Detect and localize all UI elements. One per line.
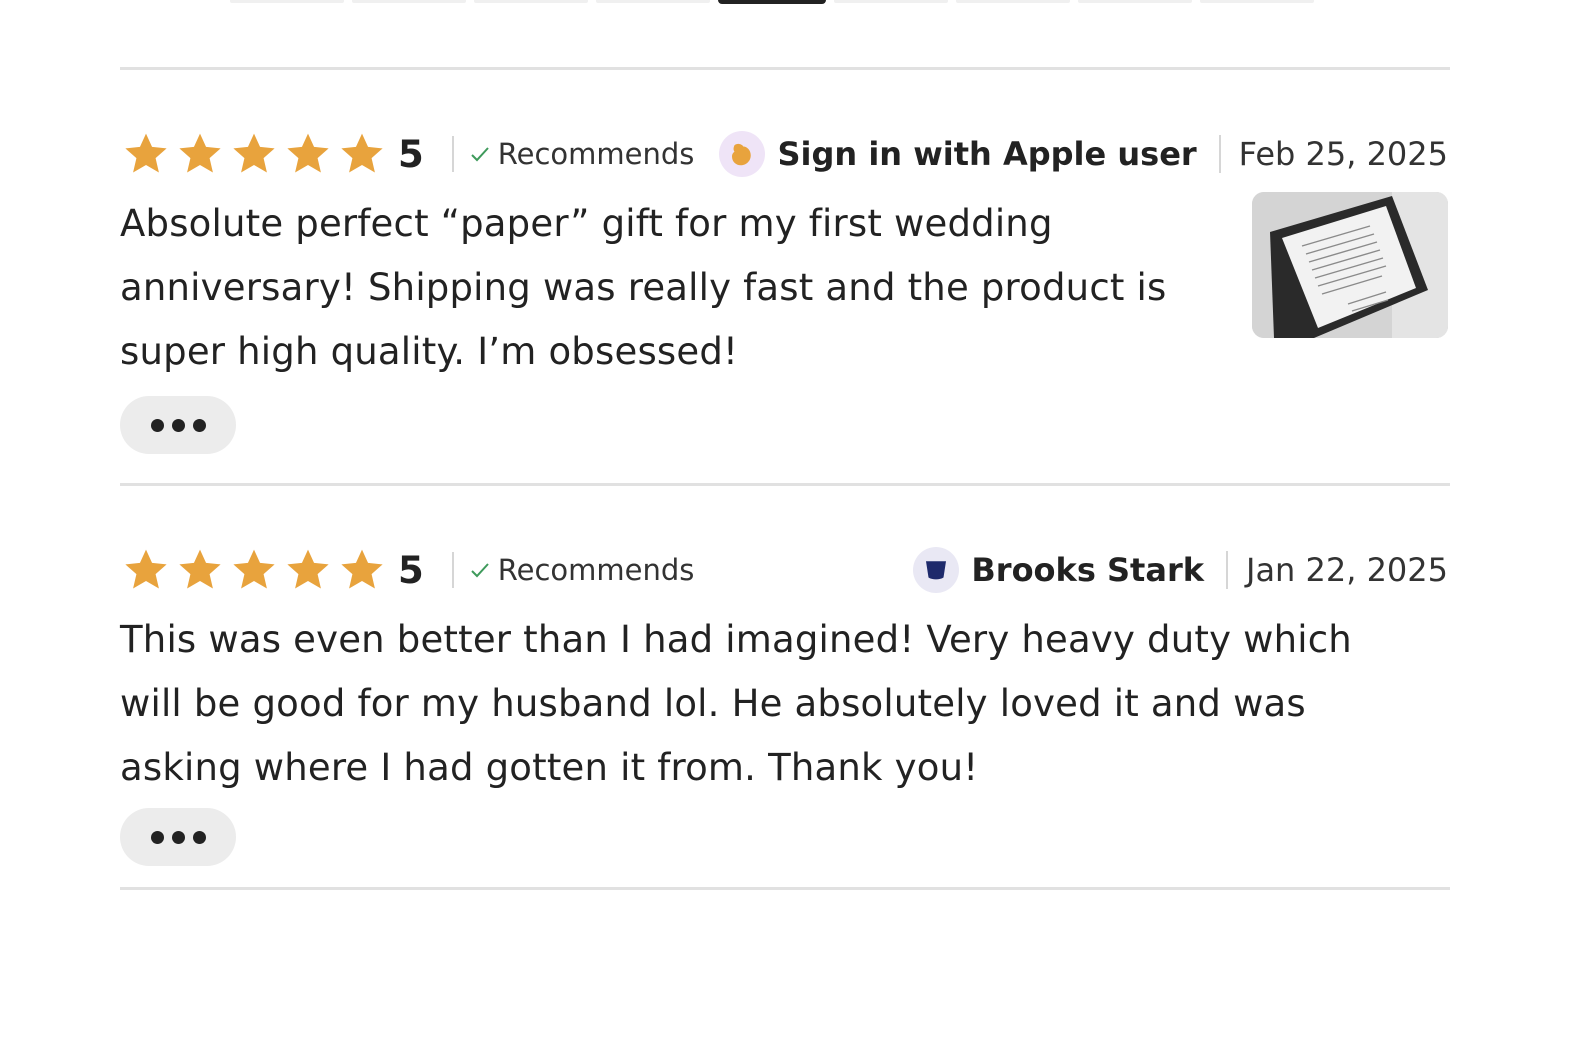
review-card: 5 Recommends Sign in with Apple user Feb…	[120, 124, 1450, 454]
divider	[120, 67, 1450, 70]
carousel-indicator-segment[interactable]	[474, 0, 588, 3]
more-options-button[interactable]	[120, 808, 236, 866]
carousel-indicator-segment[interactable]	[956, 0, 1070, 3]
review-header: 5 Recommends Brooks Stark Jan 22, 2025	[120, 540, 1450, 600]
review-card: 5 Recommends Brooks Stark Jan 22, 2025 T…	[120, 540, 1450, 866]
more-dots-icon	[192, 830, 206, 844]
separator	[451, 552, 454, 588]
star-icon	[341, 133, 383, 173]
user-avatar-icon	[926, 561, 947, 580]
rating-score: 5	[398, 132, 424, 176]
more-dots-icon	[150, 830, 164, 844]
review-text: This was even better than I had imagined…	[120, 618, 1352, 789]
carousel-indicator-active[interactable]	[718, 0, 826, 4]
carousel-indicator-segment[interactable]	[1078, 0, 1192, 3]
review-photo-thumbnail[interactable]	[1252, 192, 1448, 338]
reviewer-meta: Sign in with Apple user Feb 25, 2025	[719, 124, 1448, 184]
carousel-indicator-segment[interactable]	[596, 0, 710, 3]
review-date: Jan 22, 2025	[1246, 551, 1448, 589]
reviewer-meta: Brooks Stark Jan 22, 2025	[913, 540, 1448, 600]
rating-score: 5	[398, 548, 424, 592]
review-text: Absolute perfect “paper” gift for my fir…	[120, 202, 1167, 373]
more-dots-icon	[192, 418, 206, 432]
separator	[1226, 551, 1228, 589]
carousel-indicator-segment[interactable]	[834, 0, 948, 3]
carousel-indicator-segment[interactable]	[1200, 0, 1314, 3]
separator	[1218, 135, 1221, 173]
review-date: Feb 25, 2025	[1238, 135, 1448, 173]
recommends-badge: Recommends	[468, 553, 695, 587]
star-icon	[287, 133, 329, 173]
check-icon	[471, 147, 489, 162]
image-carousel-indicator[interactable]	[230, 0, 1314, 4]
star-rating	[120, 545, 388, 595]
reviewer-name[interactable]: Brooks Stark	[971, 551, 1204, 589]
star-icon	[179, 133, 221, 173]
apple-user-avatar-icon	[732, 143, 752, 166]
divider	[120, 483, 1450, 486]
apple-user-avatar-icon[interactable]	[719, 131, 766, 177]
star-icon	[287, 549, 329, 589]
star-icon	[125, 549, 167, 589]
star-icon	[233, 549, 275, 589]
more-dots-icon	[171, 418, 185, 432]
more-dots-icon	[171, 830, 185, 844]
star-icon	[341, 549, 383, 589]
rating-summary: 5 Recommends	[120, 124, 694, 184]
reviewer-name[interactable]: Sign in with Apple user	[777, 135, 1196, 173]
more-dots-icon	[150, 418, 164, 432]
carousel-indicator-segment[interactable]	[230, 0, 344, 3]
separator	[451, 136, 454, 172]
carousel-indicator-segment[interactable]	[352, 0, 466, 3]
rating-summary: 5 Recommends	[120, 540, 694, 600]
review-header: 5 Recommends Sign in with Apple user Feb…	[120, 124, 1450, 184]
framed-print-photo	[1252, 192, 1448, 338]
recommends-label: Recommends	[497, 553, 695, 587]
recommends-label: Recommends	[497, 137, 695, 171]
more-options-button[interactable]	[120, 396, 236, 454]
divider	[120, 887, 1450, 890]
star-icon	[179, 549, 221, 589]
recommends-badge: Recommends	[468, 137, 695, 171]
star-icon	[233, 133, 275, 173]
user-avatar-icon[interactable]	[913, 547, 960, 593]
star-rating	[120, 129, 388, 179]
star-icon	[125, 133, 167, 173]
check-icon	[471, 563, 489, 578]
